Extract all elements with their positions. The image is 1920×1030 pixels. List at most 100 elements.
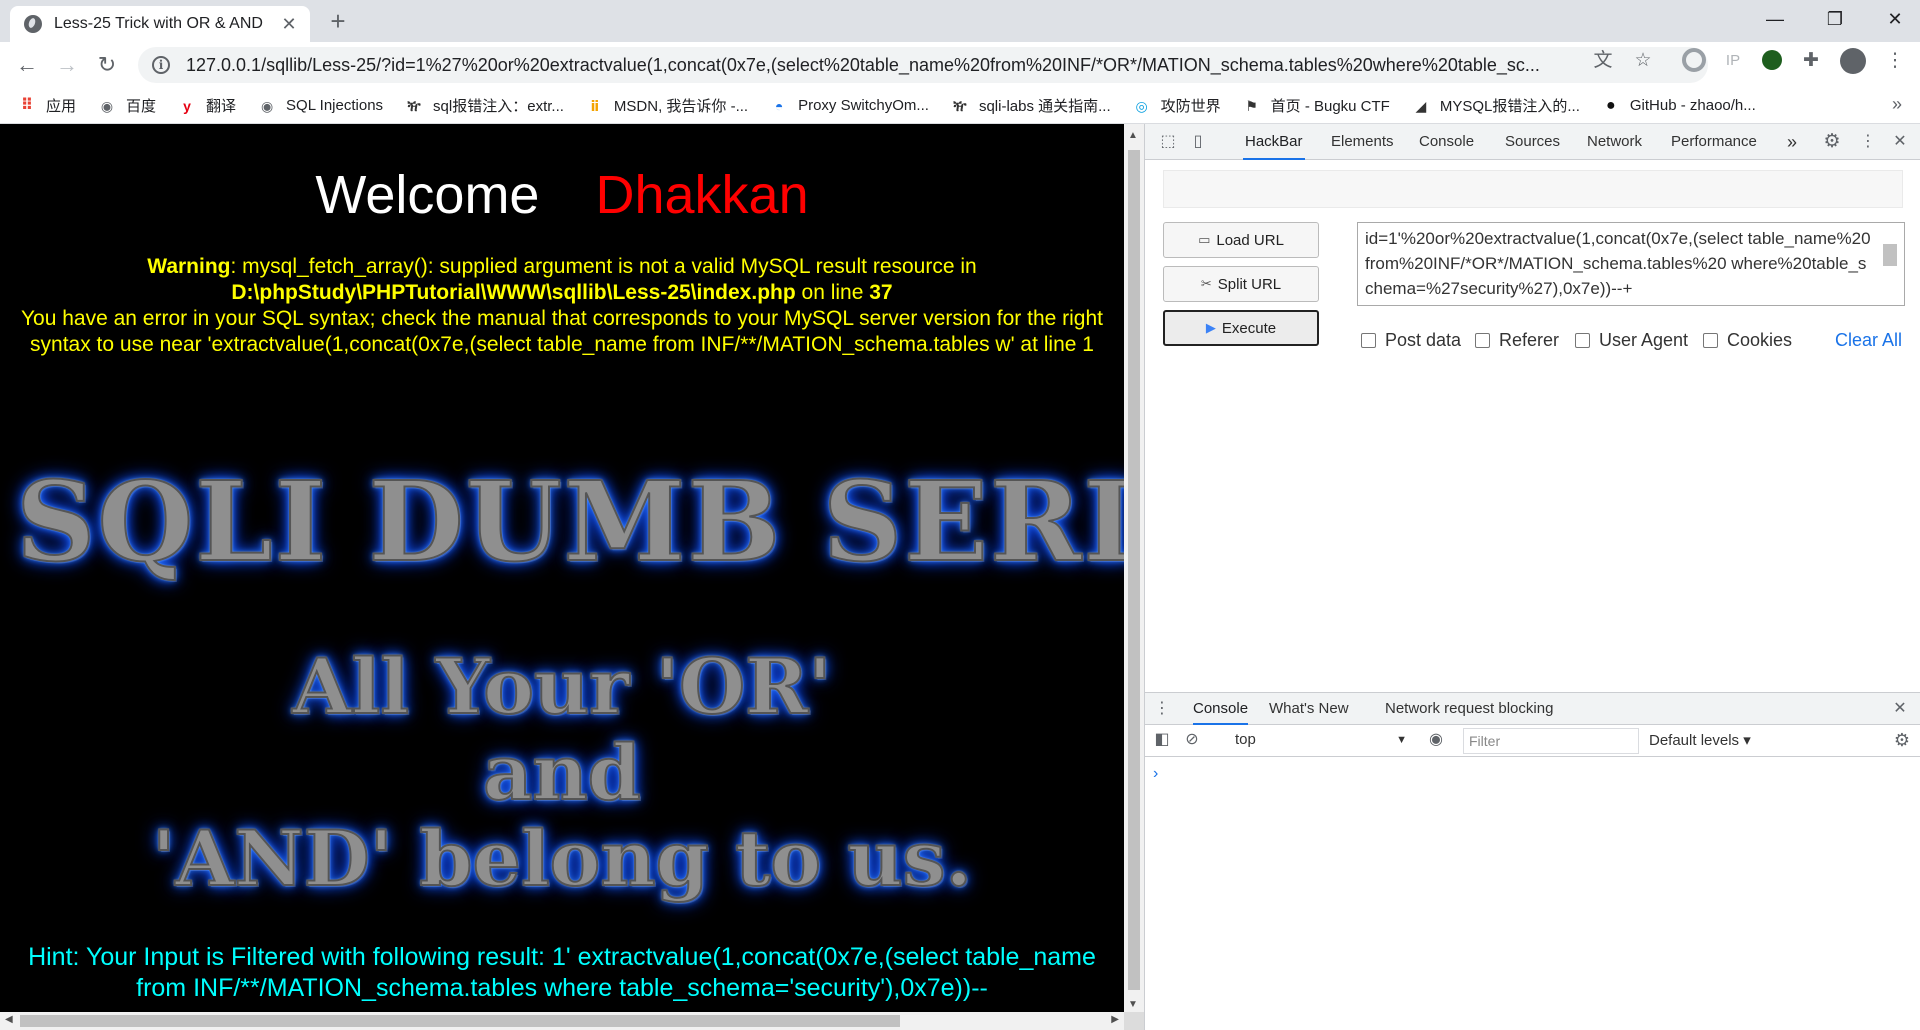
url-textarea-scrollbar[interactable]: [1881, 224, 1899, 304]
bookmark-mysql-error-injection[interactable]: ◢ MYSQL报错注入的...: [1412, 95, 1579, 116]
profile-avatar-icon[interactable]: [1840, 48, 1866, 74]
checkbox-box[interactable]: [1575, 333, 1590, 348]
referer-label: Referer: [1499, 330, 1560, 350]
console-filter-input[interactable]: [1463, 728, 1639, 754]
close-devtools-icon[interactable]: ✕: [1889, 132, 1911, 152]
bookmark-sql-error-injection[interactable]: ዥ sql报错注入：extr...: [405, 95, 563, 116]
bookmark-bugku[interactable]: ⚑ 首页 - Bugku CTF: [1243, 95, 1389, 116]
devtools-panel: ⬚ ▯ HackBar Elements Console Sources Net…: [1144, 124, 1920, 1030]
new-tab-button[interactable]: +: [324, 8, 352, 36]
hackbar-toolbar-area: [1163, 170, 1903, 208]
menu-kebab-icon[interactable]: ⋮: [1884, 50, 1906, 72]
more-bookmarks-chevron-icon[interactable]: »: [1892, 94, 1902, 115]
bookmark-label: 百度: [126, 98, 157, 115]
minimize-button[interactable]: —: [1752, 4, 1798, 34]
scrollbar-thumb[interactable]: [1128, 150, 1140, 990]
more-tabs-chevron-icon[interactable]: »: [1785, 124, 1799, 160]
bookmark-sqli-labs-guide[interactable]: ዥ sqli-labs 通关指南...: [951, 95, 1110, 116]
scrollbar-thumb[interactable]: [1883, 244, 1897, 266]
address-bar[interactable]: i 127.0.0.1/sqllib/Less-25/?id=1%27%20or…: [138, 47, 1708, 83]
green-extension-icon[interactable]: [1762, 50, 1782, 70]
close-drawer-icon[interactable]: ✕: [1889, 699, 1911, 719]
globe-icon: ◉: [260, 97, 274, 114]
bookmark-star-icon[interactable]: ☆: [1632, 50, 1654, 72]
tab-strip: Less-25 Trick with OR & AND ✕ + — ❐ ✕: [0, 0, 1920, 42]
load-url-button[interactable]: ▭ Load URL: [1163, 222, 1319, 258]
drawer-menu-kebab-icon[interactable]: ⋮: [1151, 699, 1173, 719]
back-button[interactable]: ←: [12, 50, 42, 80]
inspect-element-icon[interactable]: ⬚: [1157, 132, 1179, 152]
extensions-puzzle-icon[interactable]: ✚: [1800, 50, 1822, 72]
browser-tab[interactable]: Less-25 Trick with OR & AND ✕: [10, 6, 310, 42]
post-data-checkbox[interactable]: Post data: [1361, 330, 1461, 351]
console-prompt-chevron-icon[interactable]: ›: [1153, 765, 1158, 783]
gecko-icon: ዥ: [407, 97, 421, 114]
bookmark-apps[interactable]: ⠿ 应用: [18, 95, 76, 116]
scroll-left-arrow-icon[interactable]: ◀: [5, 1014, 13, 1025]
page-vertical-scrollbar[interactable]: ▲ ▼: [1124, 124, 1144, 1012]
bookmark-baidu[interactable]: ◉ 百度: [98, 95, 156, 116]
scrollbar-thumb[interactable]: [20, 1015, 900, 1027]
device-toolbar-icon[interactable]: ▯: [1187, 132, 1209, 152]
bookmark-label: Proxy SwitchyOm...: [798, 97, 929, 114]
scroll-down-arrow-icon[interactable]: ▼: [1128, 999, 1138, 1010]
devtools-menu-kebab-icon[interactable]: ⋮: [1857, 132, 1879, 152]
slogan-line-3: 'AND' belong to us.: [151, 814, 973, 903]
referer-checkbox[interactable]: Referer: [1475, 330, 1559, 351]
js-context-select[interactable]: top ▼: [1235, 731, 1413, 753]
log-levels-dropdown[interactable]: Default levels ▾: [1649, 731, 1751, 749]
close-tab-icon[interactable]: ✕: [278, 14, 300, 35]
drawer-tab-whats-new[interactable]: What's New: [1269, 693, 1349, 725]
info-icon[interactable]: i: [152, 56, 170, 74]
split-url-icon: ✂: [1200, 276, 1212, 291]
close-window-button[interactable]: ✕: [1872, 4, 1918, 34]
ip-extension-icon[interactable]: IP: [1722, 50, 1744, 72]
filter-hint: Hint: Your Input is Filtered with follow…: [28, 943, 1096, 1002]
console-settings-gear-icon[interactable]: ⚙: [1891, 730, 1913, 750]
tab-sources[interactable]: Sources: [1503, 124, 1562, 160]
split-url-button[interactable]: ✂ Split URL: [1163, 266, 1319, 302]
url-text[interactable]: 127.0.0.1/sqllib/Less-25/?id=1%27%20or%2…: [186, 55, 1606, 76]
bookmark-translate[interactable]: y 翻译: [178, 95, 236, 116]
bookmark-label: SQL Injections: [286, 97, 384, 114]
clear-console-icon[interactable]: ⊘: [1181, 730, 1203, 750]
forward-button[interactable]: →: [52, 50, 82, 80]
live-expression-eye-icon[interactable]: ◉: [1425, 730, 1447, 750]
gecko-icon: ዥ: [953, 97, 967, 114]
execute-button[interactable]: ▶ Execute: [1163, 310, 1319, 346]
tab-elements[interactable]: Elements: [1329, 124, 1396, 160]
tab-performance[interactable]: Performance: [1669, 124, 1759, 160]
checkbox-box[interactable]: [1703, 333, 1718, 348]
scroll-up-arrow-icon[interactable]: ▲: [1128, 130, 1138, 141]
clear-all-link[interactable]: Clear All: [1835, 330, 1902, 351]
user-agent-checkbox[interactable]: User Agent: [1575, 330, 1688, 351]
sql-error-message: You have an error in your SQL syntax; ch…: [20, 307, 1104, 356]
line-number: 37: [869, 281, 893, 304]
checkbox-box[interactable]: [1361, 333, 1376, 348]
show-sidebar-icon[interactable]: ◧: [1151, 730, 1173, 750]
settings-gear-icon[interactable]: ⚙: [1821, 132, 1843, 152]
tab-console[interactable]: Console: [1417, 124, 1476, 160]
bookmark-msdn[interactable]: ⅱ MSDN, 我告诉你 -...: [586, 95, 748, 116]
scroll-right-arrow-icon[interactable]: ▶: [1111, 1014, 1119, 1025]
restore-button[interactable]: ❐: [1812, 4, 1858, 34]
page-horizontal-scrollbar[interactable]: ◀ ▶: [0, 1012, 1124, 1030]
tab-hackbar[interactable]: HackBar: [1243, 124, 1305, 160]
checkbox-box[interactable]: [1475, 333, 1490, 348]
bookmark-label: GitHub - zhaoo/h...: [1629, 97, 1756, 114]
bookmark-adworld[interactable]: ◎ 攻防世界: [1133, 95, 1221, 116]
drawer-tab-network-request-blocking[interactable]: Network request blocking: [1385, 693, 1553, 725]
browser-toolbar: ← → ↻ i 127.0.0.1/sqllib/Less-25/?id=1%2…: [0, 42, 1920, 88]
record-extension-icon[interactable]: [1682, 48, 1706, 72]
tab-network[interactable]: Network: [1585, 124, 1644, 160]
bookmark-github[interactable]: ● GitHub - zhaoo/h...: [1602, 97, 1756, 115]
cookies-checkbox[interactable]: Cookies: [1703, 330, 1792, 351]
tab-title: Less-25 Trick with OR & AND: [54, 15, 263, 32]
reload-button[interactable]: ↻: [92, 50, 122, 80]
drawer-tab-console[interactable]: Console: [1193, 693, 1249, 725]
flag-icon: ⚑: [1245, 97, 1258, 114]
bookmark-proxy-switchyomega[interactable]: ◓ Proxy SwitchyOm...: [770, 97, 929, 115]
translate-icon[interactable]: 文: [1592, 50, 1614, 72]
bookmark-sql-injections[interactable]: ◉ SQL Injections: [258, 97, 383, 115]
hackbar-url-textarea[interactable]: id=1'%20or%20extractvalue(1,concat(0x7e,…: [1357, 222, 1905, 306]
